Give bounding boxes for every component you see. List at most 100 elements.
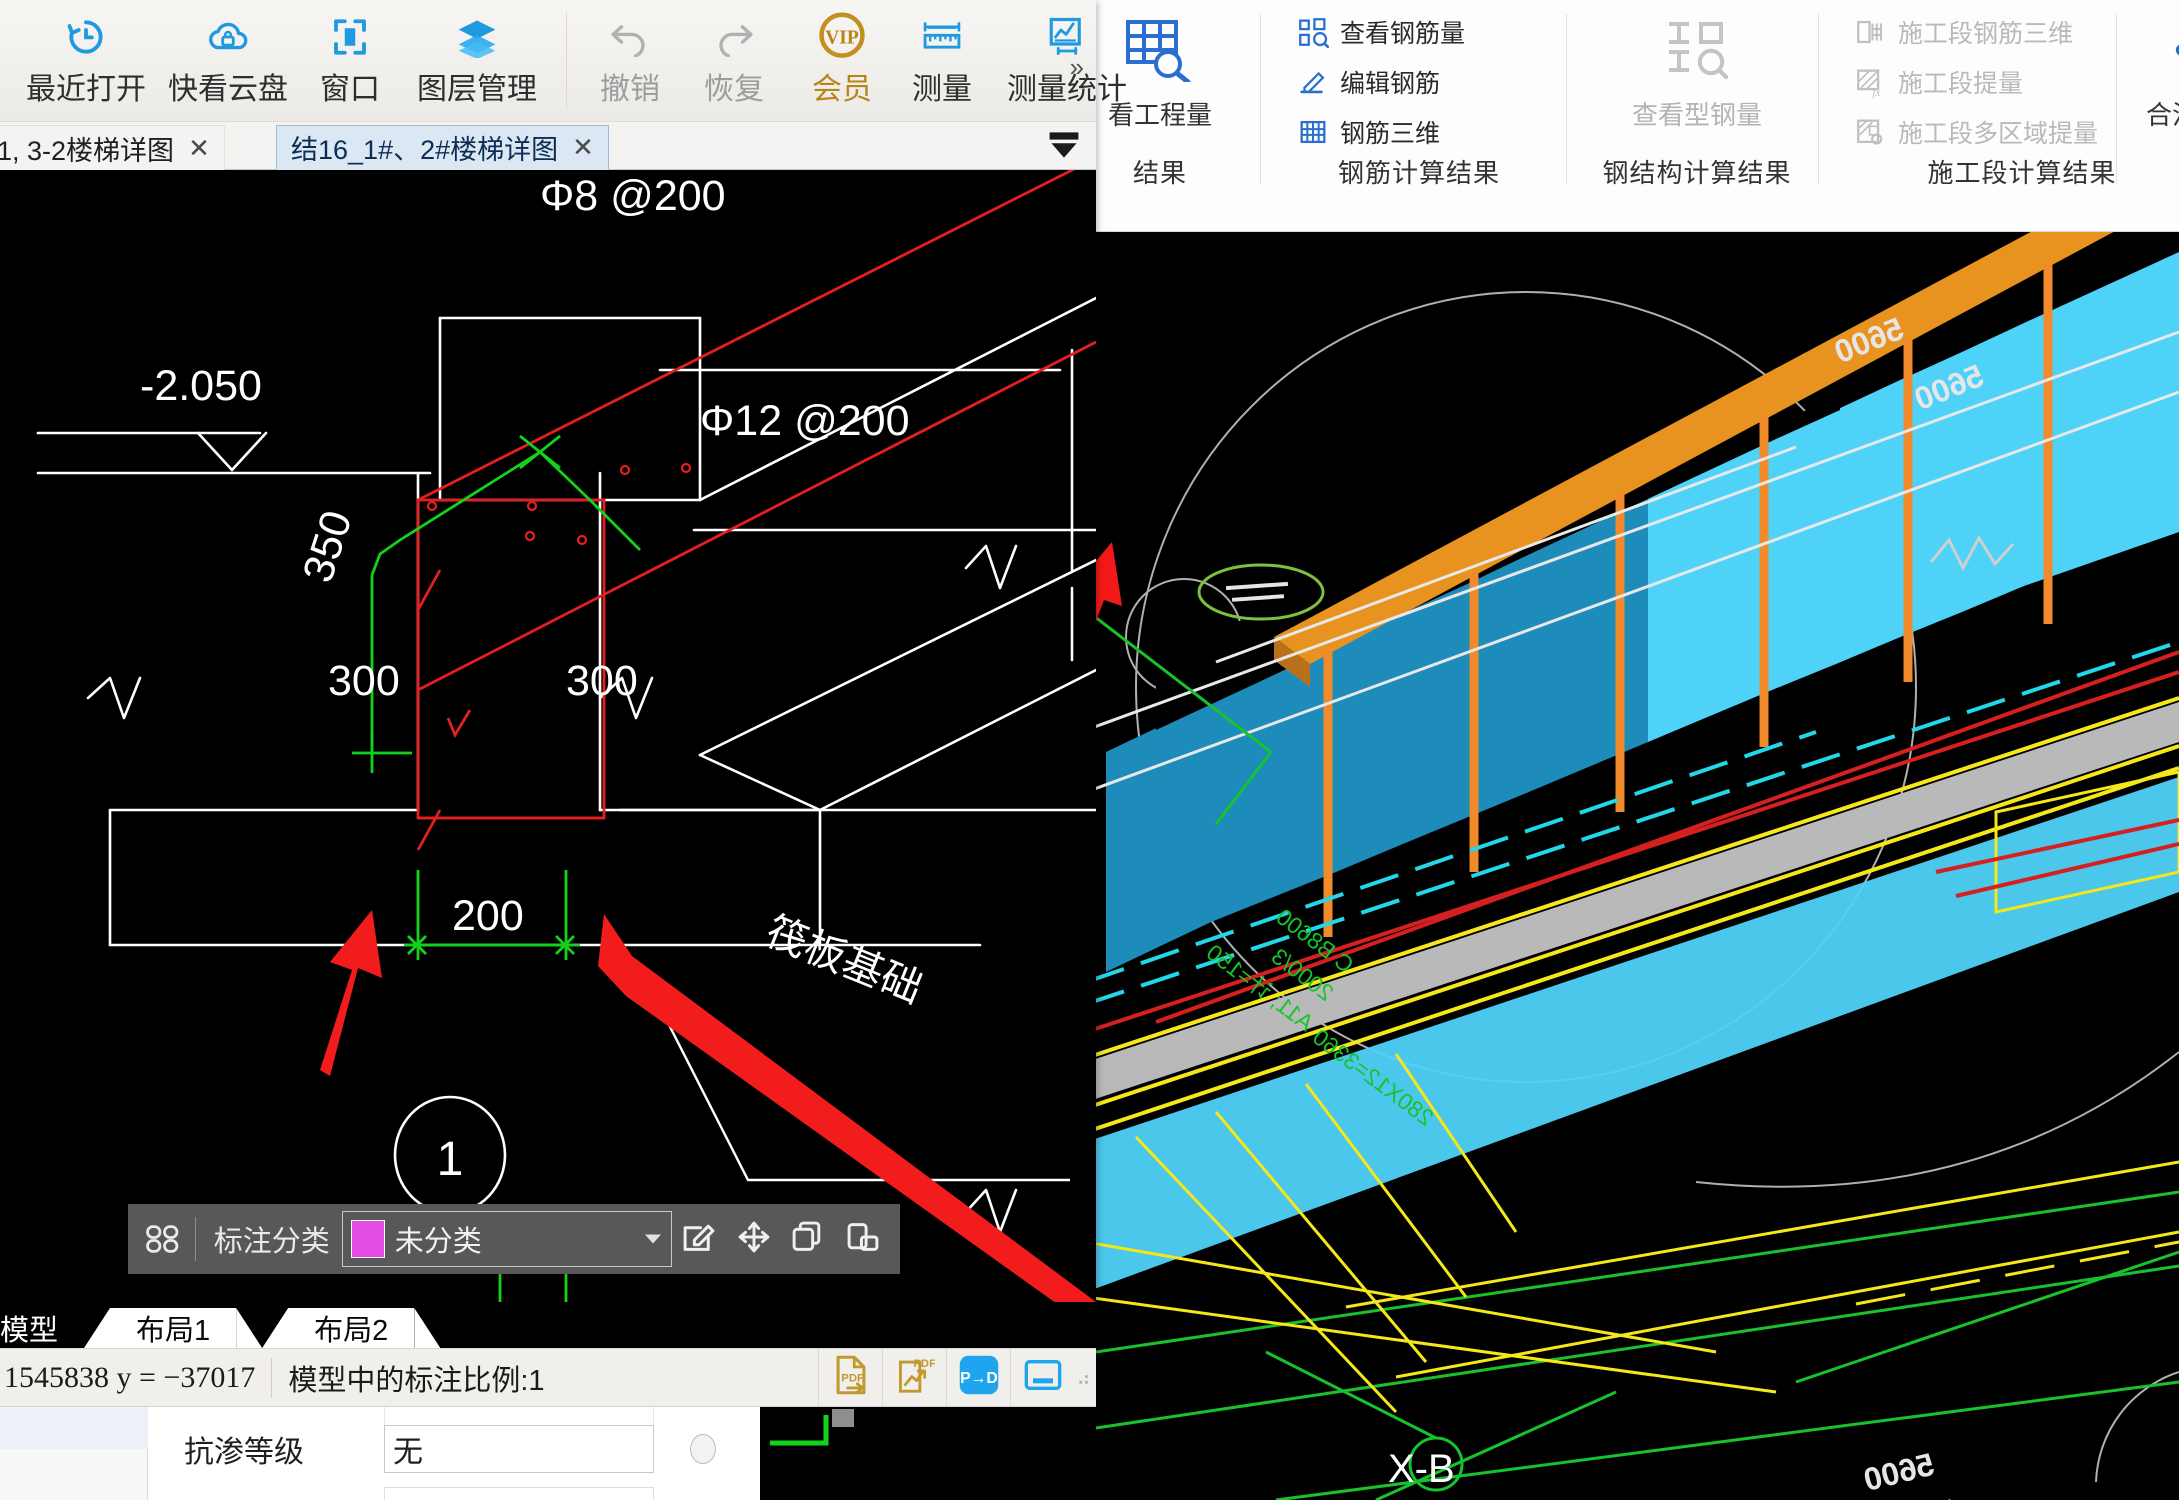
- view-rebar-quantity-icon: [1296, 15, 1330, 49]
- property-row: 抗渗等级 无: [184, 1425, 716, 1473]
- view-rebar-quantity-button[interactable]: 查看钢筋量: [1292, 10, 1465, 54]
- svg-text:PDF: PDF: [913, 1358, 935, 1370]
- document-tab-active[interactable]: 结16_1#、2#楼梯详图 ✕: [276, 125, 609, 170]
- undo-arrow-icon: [608, 14, 652, 60]
- svg-text:PDF: PDF: [841, 1372, 864, 1384]
- segment-multi-area-label: 施工段多区域提量: [1898, 120, 2099, 148]
- vip-member-button[interactable]: VIP 会员: [790, 6, 894, 116]
- property-value-partial[interactable]: [384, 1487, 654, 1500]
- edit-rebar-button[interactable]: 编辑钢筋: [1292, 60, 1440, 104]
- annotation-scale-text: 模型中的标注比例:1: [288, 1364, 545, 1397]
- paste-annotation-icon: [846, 1220, 880, 1259]
- ribbon-group-rebar-results: 查看钢筋量 编辑钢筋 钢筋三维 钢筋计算结果: [1274, 4, 1564, 194]
- undo-button[interactable]: 撤销: [580, 6, 680, 116]
- layout-tab-strip: 模型 布局1 布局2: [0, 1302, 1096, 1348]
- move-annotation-button[interactable]: [726, 1220, 781, 1259]
- edit-annotation-icon: [682, 1220, 716, 1259]
- document-tab-label: 结16_1#、2#楼梯详图: [291, 135, 559, 165]
- property-panel: 抗渗等级 无: [0, 1406, 1096, 1500]
- measure-stats-button[interactable]: 测量统计: [992, 6, 1142, 116]
- checkmark-icon: [2126, 18, 2179, 87]
- layers-icon: [455, 14, 499, 60]
- ribbon-separator: [1566, 14, 1567, 184]
- vip-badge-icon: VIP: [814, 12, 870, 60]
- svg-text:fx: fx: [1872, 87, 1880, 99]
- property-panel-sidebar-tab[interactable]: [0, 1407, 148, 1449]
- layer-manager-label: 图层管理: [417, 73, 537, 106]
- paste-annotation-button[interactable]: [835, 1220, 890, 1259]
- axis-label-text: X-B: [1388, 1447, 1455, 1491]
- property-key-impermeability: 抗渗等级: [184, 1436, 304, 1469]
- close-icon[interactable]: ✕: [188, 133, 210, 164]
- recent-open-button[interactable]: 最近打开: [16, 6, 156, 116]
- ruler-icon: [920, 14, 964, 60]
- layer-manager-button[interactable]: 图层管理: [402, 6, 552, 116]
- cloud-disk-button[interactable]: 快看云盘: [158, 6, 298, 116]
- status-bar: 1545838 y = −37017 模型中的标注比例:1 PDF PDF P→…: [0, 1348, 1096, 1406]
- toggle-panel-button[interactable]: [1010, 1349, 1074, 1406]
- view-steel-quantity-button[interactable]: 查看型钢量: [1580, 4, 1814, 132]
- segment-quantity-label: 施工段提量: [1898, 70, 2024, 98]
- property-value-impermeability[interactable]: 无: [384, 1425, 654, 1473]
- ribbon-group-check: 合法性检查 检查: [2126, 4, 2179, 194]
- property-panel-sidebar: [0, 1407, 148, 1500]
- dim-300-left-label: 300: [328, 657, 400, 705]
- layout-tab-label: 布局1: [136, 1315, 211, 1347]
- copy-annotation-button[interactable]: [781, 1220, 836, 1259]
- cad-drawing-canvas[interactable]: Φ8 @200 Φ12 @200 -2.050 350 300 300 200 …: [0, 170, 1096, 1302]
- tab-skew-left: [262, 1308, 289, 1348]
- detail-number-label: 1: [437, 1133, 464, 1186]
- rebar-3d-button[interactable]: 钢筋三维: [1292, 110, 1440, 154]
- redo-arrow-icon: [712, 14, 756, 60]
- cad-toolbar: 最近打开 快看云盘 窗口 图层管理 撤销 恢复 VIP 会员 测量 测量统计 »: [0, 0, 1127, 122]
- segment-quantity-icon: fx: [1854, 65, 1888, 99]
- window-button[interactable]: 窗口: [300, 6, 400, 116]
- segment-rebar-3d-icon: [1854, 15, 1888, 49]
- red-arrow-3d: [1096, 542, 1122, 622]
- segment-quantity-button[interactable]: fx 施工段提量: [1850, 60, 2023, 104]
- redo-button[interactable]: 恢复: [684, 6, 784, 116]
- edit-rebar-label: 编辑钢筋: [1340, 70, 1441, 98]
- layout-tab-model[interactable]: 模型: [0, 1308, 85, 1348]
- view-steel-quantity-label: 查看型钢量: [1631, 100, 1762, 130]
- copy-annotation-icon: [791, 1220, 825, 1259]
- ribbon-group-label-rebar: 钢筋计算结果: [1337, 158, 1500, 188]
- close-icon[interactable]: ✕: [572, 132, 594, 163]
- tab-skew-left: [84, 1308, 111, 1348]
- recent-clock-icon: [64, 14, 108, 60]
- segment-multi-area-button[interactable]: 施工段多区域提量: [1850, 110, 2098, 154]
- annotation-class-label: 标注分类: [213, 1226, 330, 1258]
- cloud-icon: [205, 14, 251, 60]
- vip-member-label: 会员: [812, 73, 872, 106]
- annotation-class-value: 未分类: [394, 1226, 482, 1258]
- document-tab-inactive[interactable]: 3-1, 3-2楼梯详图 ✕: [0, 125, 225, 170]
- pdf-report-button[interactable]: PDF: [882, 1349, 946, 1406]
- undo-label: 撤销: [600, 73, 660, 106]
- status-bar-tools: PDF PDF P→D: [818, 1349, 1096, 1406]
- cad-drawing: Φ8 @200 Φ12 @200 -2.050 350 300 300 200 …: [0, 170, 1096, 1302]
- tab-list-dropdown-button[interactable]: [1046, 130, 1082, 165]
- edit-rebar-icon: [1296, 65, 1330, 99]
- annotation-class-select[interactable]: 未分类: [341, 1211, 672, 1267]
- redo-label: 恢复: [704, 73, 764, 106]
- 3d-viewport[interactable]: 5600 5600 5600 5600 280X12=3360 A11; 计=1…: [1096, 232, 2179, 1500]
- property-row-indicator[interactable]: [690, 1434, 716, 1464]
- svg-text:VIP: VIP: [825, 27, 859, 48]
- pdf-compare-icon: PDF: [895, 1354, 936, 1401]
- edit-annotation-button[interactable]: [672, 1220, 727, 1259]
- svg-text:P→D: P→D: [960, 1370, 998, 1387]
- ribbon-separator: [1818, 14, 1819, 184]
- toolbar-overflow-button[interactable]: »: [1070, 52, 1084, 83]
- measure-button[interactable]: 测量: [892, 6, 992, 116]
- pdf-to-dwg-button[interactable]: P→D: [946, 1349, 1010, 1406]
- export-pdf-button[interactable]: PDF: [818, 1349, 882, 1406]
- resize-grip[interactable]: [1074, 1371, 1096, 1385]
- segment-rebar-3d-button[interactable]: 施工段钢筋三维: [1850, 10, 2073, 54]
- layout-tab-1[interactable]: 布局1: [110, 1308, 237, 1348]
- status-divider: [271, 1357, 273, 1398]
- window-label: 窗口: [320, 73, 380, 106]
- layout-tab-2[interactable]: 布局2: [288, 1308, 415, 1348]
- property-row-partial-bottom: [184, 1487, 654, 1500]
- legality-check-button[interactable]: 合法性检查: [2126, 4, 2179, 132]
- cloud-disk-label: 快看云盘: [168, 73, 288, 106]
